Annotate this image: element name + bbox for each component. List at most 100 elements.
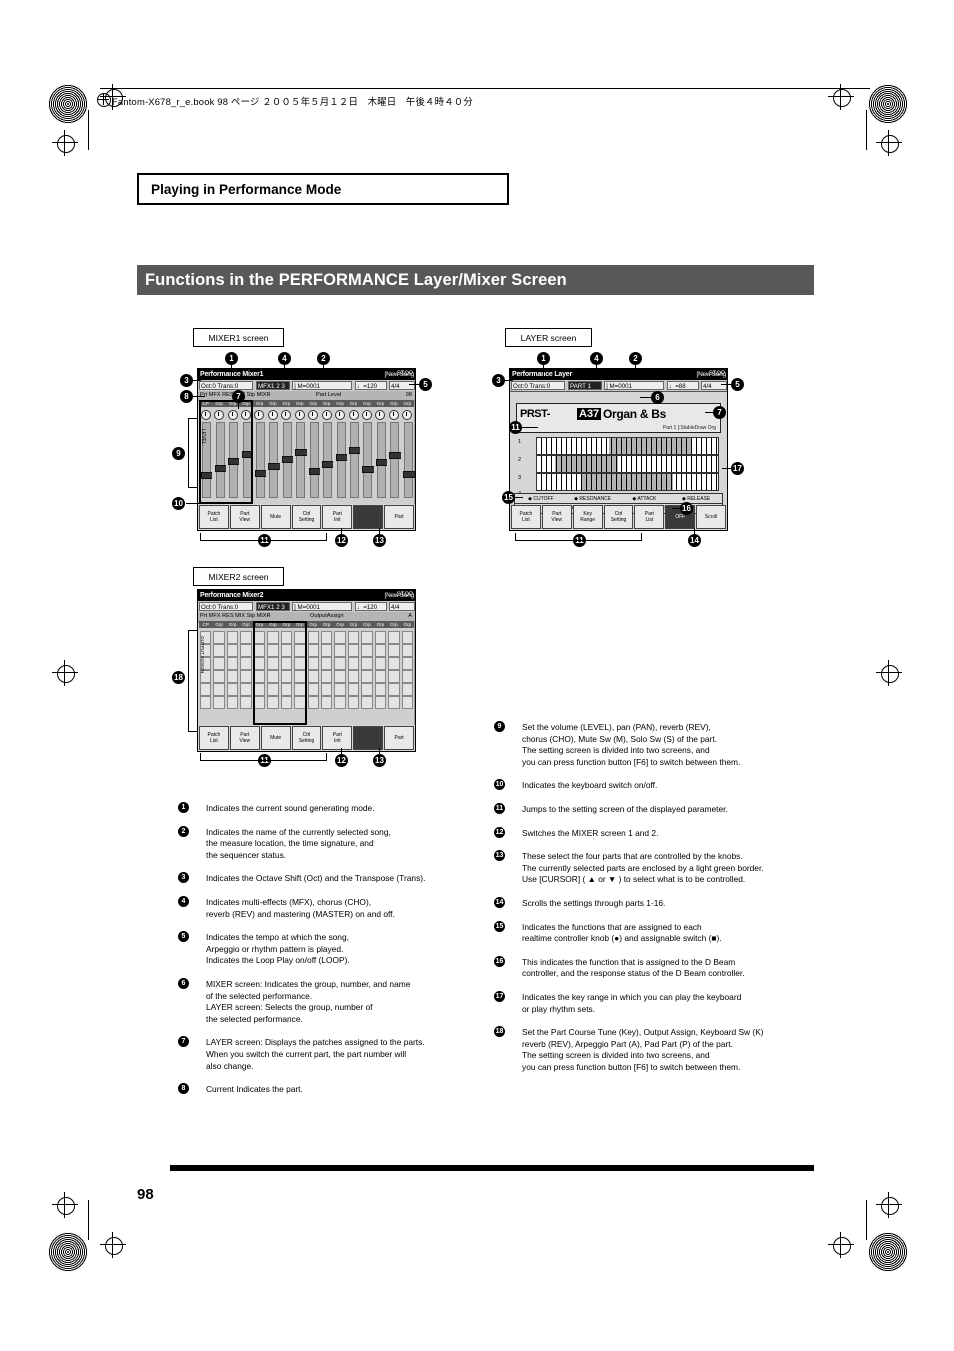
pan-knob[interactable] — [348, 410, 359, 420]
level-fader[interactable] — [349, 422, 363, 498]
mixer-value-cell[interactable] — [388, 683, 400, 696]
mixer2-tempo[interactable]: ♩=120 — [355, 602, 387, 611]
function-button-f1[interactable]: Patch List — [199, 505, 229, 529]
mixer-value-cell[interactable] — [361, 670, 373, 683]
function-button-f4[interactable]: Ctrl Setting — [291, 726, 322, 750]
fader-knob[interactable] — [402, 471, 415, 478]
mixer-value-cell[interactable] — [213, 657, 225, 670]
mixer-value-cell[interactable] — [347, 631, 360, 644]
mixer-value-cell[interactable] — [334, 657, 346, 670]
level-fader[interactable] — [362, 422, 376, 498]
mixer-part-column[interactable]: Grp — [319, 400, 336, 504]
function-button-f2[interactable]: Part View — [541, 505, 572, 529]
mixer-value-cell[interactable] — [240, 683, 252, 696]
mixer-value-cell[interactable] — [388, 670, 400, 683]
mixer-value-cell[interactable] — [374, 670, 387, 683]
pan-knob[interactable] — [375, 410, 386, 420]
mixer-part-column[interactable]: Grp — [387, 621, 402, 725]
mixer-value-cell[interactable] — [240, 631, 252, 644]
mixer-value-cell[interactable] — [361, 657, 373, 670]
mixer1-tempo[interactable]: ♩=120 — [355, 381, 387, 390]
level-fader[interactable] — [402, 422, 415, 498]
mixer-value-cell[interactable] — [200, 683, 212, 696]
function-button-f2[interactable]: Part View — [229, 726, 260, 750]
mixer-value-cell[interactable] — [401, 670, 413, 683]
mixer-value-cell[interactable] — [200, 696, 212, 709]
mixer-part-column[interactable]: Grp — [400, 621, 415, 725]
mixer-value-cell[interactable] — [334, 644, 346, 657]
level-fader[interactable] — [254, 422, 268, 498]
mixer-value-cell[interactable] — [361, 683, 373, 696]
function-button-f5[interactable]: Part Init — [322, 505, 353, 529]
mixer-value-cell[interactable] — [334, 683, 346, 696]
mixer-value-cell[interactable] — [374, 657, 387, 670]
function-button-f7[interactable]: Scroll — [696, 505, 727, 529]
mixer2-timesig[interactable]: 4/4 — [389, 602, 415, 611]
mixer-value-cell[interactable] — [320, 683, 333, 696]
mixer-part-column[interactable]: Grp — [252, 400, 268, 504]
mixer-part-column[interactable]: Grp — [306, 400, 322, 504]
mixer-value-cell[interactable] — [307, 670, 319, 683]
mixer-value-cell[interactable] — [401, 631, 413, 644]
mixer-value-cell[interactable] — [388, 696, 400, 709]
layer-measure[interactable]: ] M=0001 — [604, 381, 664, 390]
level-fader[interactable] — [268, 422, 282, 498]
mixer-part-column[interactable]: Grp — [266, 400, 282, 504]
pan-knob[interactable] — [361, 410, 372, 420]
mixer-part-column[interactable]: Grp — [360, 400, 376, 504]
mixer-value-cell[interactable] — [320, 696, 333, 709]
mixer-value-cell[interactable] — [361, 696, 373, 709]
function-button-f4[interactable]: Ctrl Setting — [603, 505, 634, 529]
mixer1-oct-trans[interactable]: Oct:0 Trans:0 — [199, 381, 253, 390]
mixer1-perf-number[interactable]: MFX1 2 3 — [256, 381, 290, 390]
mixer-part-column[interactable]: Grp — [306, 621, 321, 725]
mixer-value-cell[interactable] — [320, 644, 333, 657]
pan-knob[interactable] — [308, 410, 319, 420]
layer-patch-bar[interactable]: PRST- A37 Organ & Bs Part 1 [:StableDraw… — [516, 403, 721, 433]
mixer-part-column[interactable]: Grp — [239, 621, 254, 725]
mixer-part-column[interactable]: Grp — [387, 400, 403, 504]
mixer-value-cell[interactable] — [388, 657, 400, 670]
mixer-value-cell[interactable] — [307, 644, 319, 657]
mixer-value-cell[interactable] — [401, 657, 413, 670]
mixer-value-cell[interactable] — [307, 657, 319, 670]
mixer-value-cell[interactable] — [347, 657, 360, 670]
mixer-value-cell[interactable] — [213, 670, 225, 683]
mixer-value-cell[interactable] — [213, 696, 225, 709]
mixer-value-cell[interactable] — [347, 644, 360, 657]
mixer-value-cell[interactable] — [307, 631, 319, 644]
mixer-value-cell[interactable] — [401, 644, 413, 657]
mixer-part-column[interactable]: Grp — [293, 400, 309, 504]
mixer-value-cell[interactable] — [226, 631, 239, 644]
mixer-value-cell[interactable] — [401, 683, 413, 696]
pan-knob[interactable] — [321, 410, 332, 420]
layer-keyrange-row-1[interactable] — [536, 437, 719, 455]
mixer-value-cell[interactable] — [374, 631, 387, 644]
mixer-value-cell[interactable] — [334, 670, 346, 683]
pan-knob[interactable] — [267, 410, 278, 420]
function-button-f4[interactable]: Ctrl Setting — [291, 505, 322, 529]
pan-knob[interactable] — [294, 410, 305, 420]
mixer-part-column[interactable]: Grp — [279, 400, 295, 504]
level-fader[interactable] — [375, 422, 389, 498]
mixer-value-cell[interactable] — [226, 683, 239, 696]
mixer-part-column[interactable]: Grp — [373, 621, 389, 725]
mixer-part-column[interactable]: Grp — [346, 400, 363, 504]
mixer-value-cell[interactable] — [320, 631, 333, 644]
mixer-value-cell[interactable] — [226, 657, 239, 670]
mixer-value-cell[interactable] — [240, 644, 252, 657]
function-button-f1[interactable]: Patch List — [511, 505, 541, 529]
mixer-value-cell[interactable] — [334, 631, 346, 644]
mixer-value-cell[interactable] — [334, 696, 346, 709]
layer-oct-trans[interactable]: Oct:0 Trans:0 — [511, 381, 565, 390]
mixer2-oct-trans[interactable]: Oct:0 Trans:0 — [199, 602, 253, 611]
mixer-value-cell[interactable] — [240, 696, 252, 709]
level-fader[interactable] — [308, 422, 322, 498]
layer-keyrange-row-2[interactable] — [536, 455, 719, 473]
function-button-f5[interactable]: Part List — [634, 505, 665, 529]
function-button-f5[interactable]: Part Init — [322, 726, 353, 750]
mixer-value-cell[interactable] — [361, 644, 373, 657]
mixer-value-cell[interactable] — [240, 670, 252, 683]
mixer-value-cell[interactable] — [347, 696, 360, 709]
pan-knob[interactable] — [388, 410, 399, 420]
